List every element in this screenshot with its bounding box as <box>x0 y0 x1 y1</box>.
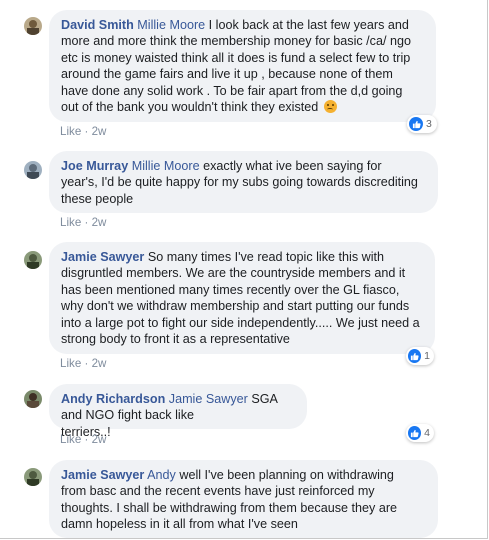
comment-text-line: strong body to front it as a representat… <box>61 332 290 347</box>
reaction-count: 1 <box>424 350 430 362</box>
comment-bubble: Andy Richardson Jamie Sawyer SGA and NGO… <box>49 384 307 439</box>
comment-text-line: I look back at the last few years and <box>205 18 409 32</box>
comment-text-line: damn hopeless in it all from what I've s… <box>61 517 298 532</box>
comment-author[interactable]: Jamie Sawyer <box>61 468 144 482</box>
comment-text-line: from basc and the recent events have jus… <box>61 484 375 499</box>
comment-text-line: more and more think the membership money… <box>61 34 411 49</box>
thumbs-up-icon <box>408 349 422 363</box>
comment-text-line: has been mentioned many times recently o… <box>61 282 400 297</box>
comment-mention[interactable]: Millie Moore <box>132 159 200 173</box>
comment-timestamp[interactable]: 2w <box>92 216 107 229</box>
comment-author[interactable]: Andy Richardson <box>61 392 165 406</box>
reaction-count-badge[interactable]: 3 <box>407 115 437 133</box>
comment-bubble: Joe Murray Millie Moore exactly what ive… <box>49 151 438 213</box>
reaction-count: 3 <box>426 118 432 130</box>
reaction-count-badge[interactable]: 1 <box>406 347 434 365</box>
comment-text-line: why don't we withdraw membership and sta… <box>61 299 410 314</box>
comment-text-line: well I've been planning on withdrawing <box>175 468 394 482</box>
comment-actions: Like · 2w <box>60 125 107 138</box>
avatar-david-smith[interactable] <box>24 17 42 35</box>
comment-actions: Like · 2w <box>60 433 107 446</box>
like-link[interactable]: Like <box>60 216 81 229</box>
like-link[interactable]: Like <box>60 433 81 446</box>
comment-mention[interactable]: Millie Moore <box>137 18 205 32</box>
like-link[interactable]: Like <box>60 125 81 138</box>
reaction-count: 4 <box>424 427 430 439</box>
thumbs-up-icon <box>408 426 422 440</box>
comment-timestamp[interactable]: 2w <box>92 433 107 446</box>
comment-bubble: Jamie Sawyer So many times I've read top… <box>49 242 435 354</box>
comment-text-line: So many times I've read topic like this … <box>144 250 385 264</box>
comment-mention[interactable]: Jamie Sawyer <box>169 392 248 406</box>
comment-text-line: into a large pot to fight our side indep… <box>61 315 420 330</box>
avatar-jamie-sawyer[interactable] <box>24 468 42 486</box>
comment-text-line: out of the bank you wouldn't think they … <box>61 100 319 115</box>
comment-timestamp[interactable]: 2w <box>92 125 107 138</box>
comment-text-line: etc is money waisted think all it does i… <box>61 50 411 65</box>
comment-bubble: David Smith Millie Moore I look back at … <box>49 10 436 122</box>
avatar-jamie-sawyer[interactable] <box>24 251 42 269</box>
comment-author[interactable]: Joe Murray <box>61 159 128 173</box>
comment-text-line: have done any solid work . To be fair ap… <box>61 83 403 98</box>
avatar-joe-murray[interactable] <box>24 161 42 179</box>
comment-text-line: these people <box>61 191 134 206</box>
reaction-count-badge[interactable]: 4 <box>406 424 434 442</box>
comment-actions: Like · 2w <box>60 357 107 370</box>
comment-bubble: Jamie Sawyer Andy well I've been plannin… <box>49 460 438 538</box>
angry-face-icon <box>323 100 337 114</box>
comment-text-line: around the game fairs and live it up , b… <box>61 67 393 82</box>
comment-text-line: thoughts. I shall be withdrawing from th… <box>61 500 398 515</box>
like-link[interactable]: Like <box>60 357 81 370</box>
comment-timestamp[interactable]: 2w <box>92 357 107 370</box>
comment-text-line: year's, I'd be quite happy for my subs g… <box>61 175 418 190</box>
comment-actions: Like · 2w <box>60 216 107 229</box>
avatar-andy-richardson[interactable] <box>24 390 42 408</box>
comment-author[interactable]: David Smith <box>61 18 134 32</box>
thumbs-up-icon <box>409 117 423 131</box>
comment-mention[interactable]: Andy <box>147 468 176 482</box>
comment-author[interactable]: Jamie Sawyer <box>61 250 144 264</box>
comment-text-line: disgruntled members. We are the countrys… <box>61 266 406 281</box>
comment-text-line: exactly what ive been saying for <box>199 159 382 173</box>
